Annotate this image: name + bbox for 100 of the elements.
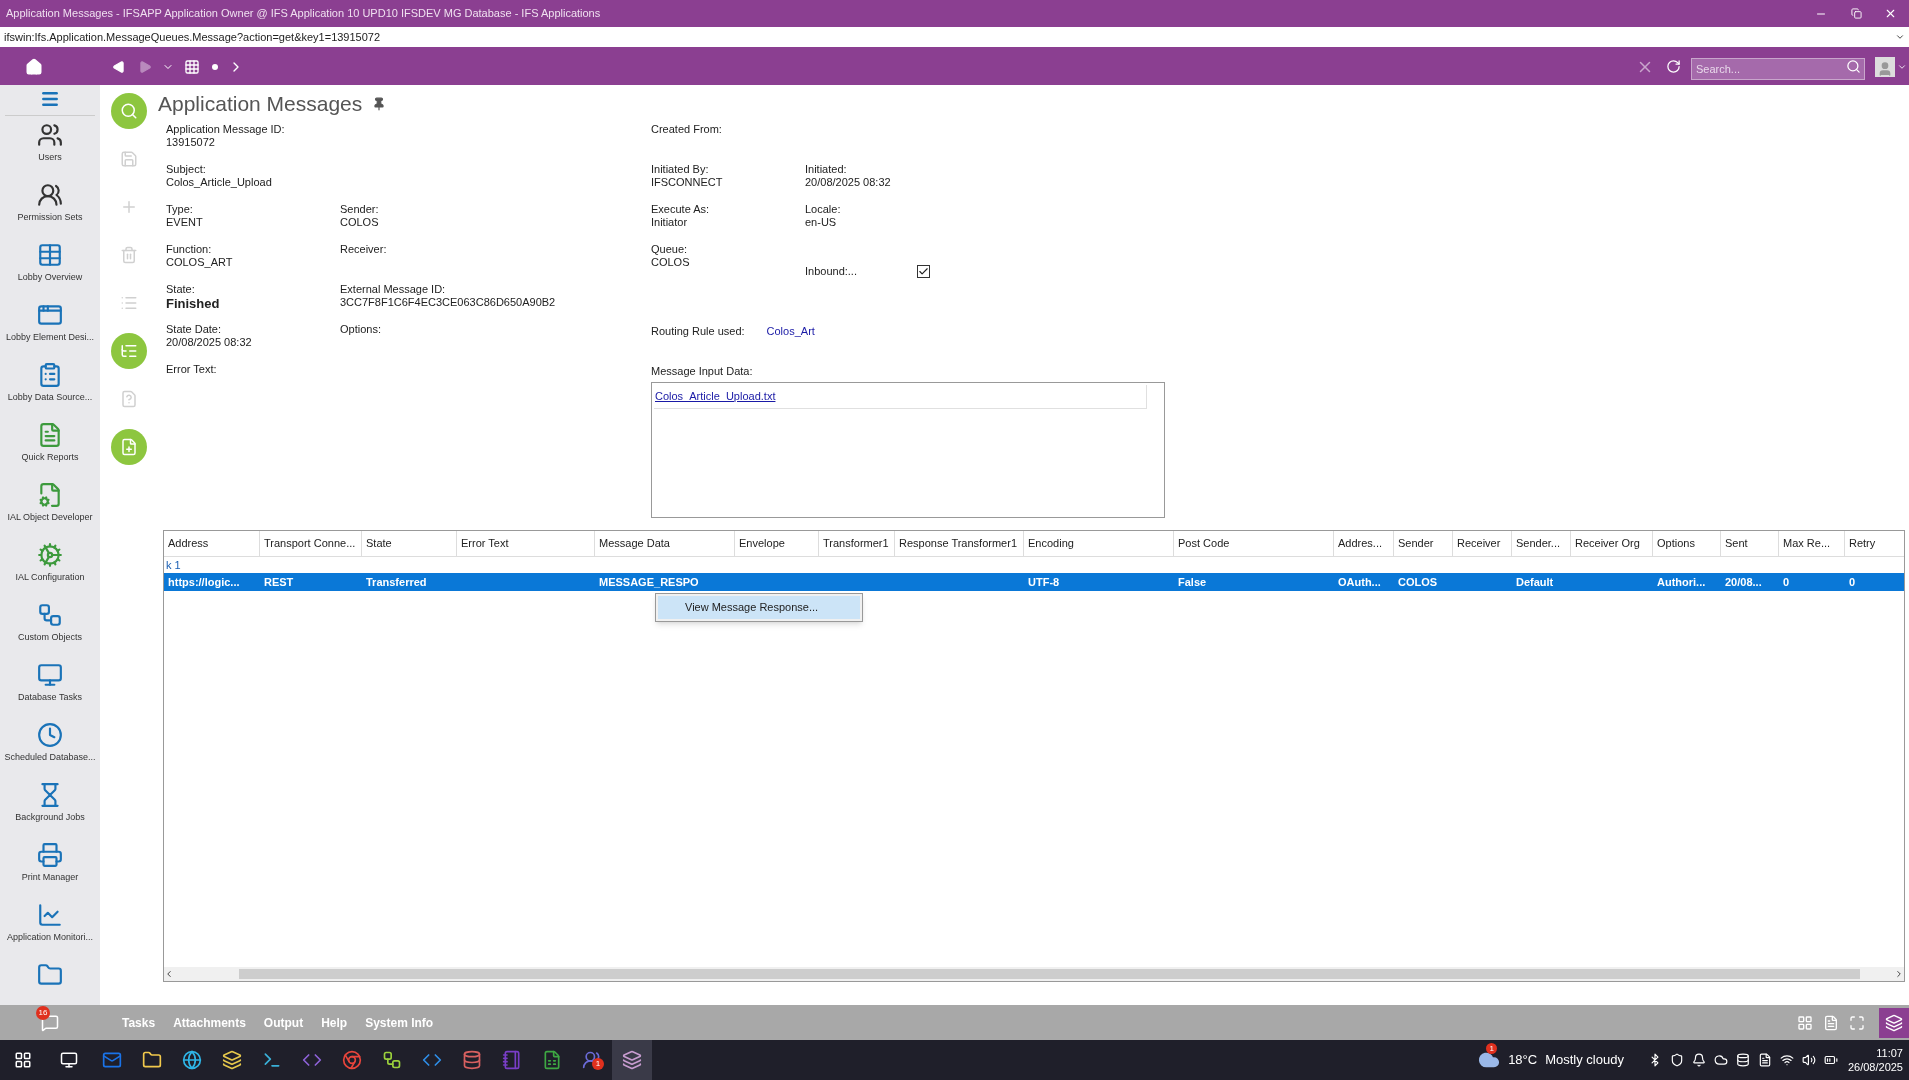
scroll-left-icon[interactable]: [164, 969, 174, 979]
speaker-icon[interactable]: [1801, 1053, 1816, 1067]
menu-item[interactable]: View Message Response...: [658, 596, 860, 619]
sidebar-item[interactable]: Application Monitori...: [0, 896, 100, 956]
routing-rule-link[interactable]: Colos_Art: [766, 323, 815, 340]
column-header[interactable]: Sent: [1721, 531, 1779, 556]
field-value: 20/08/2025 08:32: [805, 176, 892, 189]
column-header[interactable]: Options: [1653, 531, 1721, 556]
save-icon: [120, 150, 138, 168]
field-value: en-US: [805, 216, 838, 229]
field-value: COLOS: [651, 256, 691, 269]
column-header[interactable]: Transformer1: [819, 531, 895, 556]
horizontal-scrollbar[interactable]: [164, 967, 1904, 981]
scroll-right-icon[interactable]: [1894, 969, 1904, 979]
clock-date: 26/08/2025: [1847, 1060, 1903, 1074]
sidebar-item[interactable]: Scheduled Database...: [0, 716, 100, 776]
sidebar-item[interactable]: IAL Configuration: [0, 536, 100, 596]
user-avatar[interactable]: [1875, 56, 1895, 77]
chat-icon[interactable]: [41, 1013, 59, 1032]
sidebar-item[interactable]: Database Tasks: [0, 656, 100, 716]
column-header[interactable]: Transport Conne...: [260, 531, 362, 556]
checkbox[interactable]: [917, 264, 930, 278]
column-header[interactable]: Receiver: [1453, 531, 1512, 556]
column-header[interactable]: Receiver Org: [1571, 531, 1653, 556]
checklist-icon: [37, 362, 63, 388]
terminal-icon[interactable]: [262, 1050, 282, 1070]
column-header[interactable]: Max Re...: [1779, 531, 1845, 556]
field-label: Options:: [340, 323, 382, 336]
column-header[interactable]: Message Data: [595, 531, 735, 556]
field-label: Subject:: [166, 163, 207, 176]
column-header[interactable]: State: [362, 531, 457, 556]
field-label: Application Message ID:: [166, 123, 286, 136]
cloud-icon[interactable]: [1713, 1053, 1728, 1067]
database-icon[interactable]: [1735, 1053, 1750, 1067]
table-icon: [37, 242, 63, 268]
field-value: 20/08/2025 08:32: [166, 336, 253, 349]
folder-icon[interactable]: [142, 1050, 162, 1070]
layers-icon[interactable]: [222, 1050, 242, 1070]
chart-icon: [37, 902, 63, 928]
sidebar-item[interactable]: Print Manager: [0, 836, 100, 896]
dropdown-icon[interactable]: [1895, 32, 1905, 42]
search-icon[interactable]: [1846, 58, 1861, 74]
home-icon[interactable]: [25, 57, 43, 76]
column-header[interactable]: Addres...: [1334, 531, 1394, 556]
start-icon[interactable]: [14, 1051, 32, 1069]
grid-icon[interactable]: [184, 58, 200, 75]
close-icon[interactable]: [1884, 7, 1897, 20]
sidebar-item[interactable]: Background Jobs: [0, 776, 100, 836]
sidebar-item[interactable]: Users: [0, 116, 100, 176]
field-value: COLOS_ART: [166, 256, 234, 269]
sidebar-item[interactable]: Lobby Overview: [0, 236, 100, 296]
app-tile[interactable]: [612, 1040, 652, 1080]
sidebar-item[interactable]: Custom Objects: [0, 596, 100, 656]
search-field[interactable]: Search...: [1691, 57, 1865, 80]
sidebar-item[interactable]: Permission Sets: [0, 176, 100, 236]
group-label: k 1: [166, 557, 181, 573]
bell-icon[interactable]: [1691, 1053, 1706, 1067]
shield-icon[interactable]: [1669, 1053, 1684, 1067]
column-header[interactable]: Sender...: [1512, 531, 1571, 556]
column-header[interactable]: Error Text: [457, 531, 595, 556]
restore-icon[interactable]: [1851, 8, 1862, 19]
pin-icon[interactable]: [372, 97, 387, 111]
workflow-icon[interactable]: [382, 1050, 402, 1070]
table-row[interactable]: https://logic... REST Transferred MESSAGE_RESPO UTF-8 False OAuth... COLOS Default Authori... 20/08... 0 0: [164, 573, 1904, 591]
battery-icon[interactable]: [1823, 1053, 1838, 1067]
globe-icon[interactable]: [182, 1050, 202, 1070]
chrome-icon[interactable]: [342, 1050, 362, 1070]
table-cell: MESSAGE_RESPO: [599, 575, 699, 588]
people-group-icon: [37, 182, 63, 208]
column-header[interactable]: Response Transformer1: [895, 531, 1024, 556]
wifi-icon[interactable]: [1779, 1053, 1794, 1067]
spreadsheet-icon[interactable]: [542, 1050, 562, 1070]
mail-icon[interactable]: [102, 1050, 122, 1070]
clock-icon: [37, 722, 63, 748]
add-note-icon: [120, 438, 138, 456]
document-icon[interactable]: [1757, 1053, 1772, 1067]
field-label: Sender:: [340, 203, 380, 216]
menu-icon[interactable]: [40, 89, 60, 109]
table-cell: UTF-8: [1028, 575, 1060, 588]
sidebar-item[interactable]: Lobby Element Desi...: [0, 296, 100, 356]
column-header[interactable]: Encoding: [1024, 531, 1174, 556]
column-header[interactable]: Post Code: [1174, 531, 1334, 556]
sidebar-item[interactable]: IAL Object Developer: [0, 476, 100, 536]
notification-badge: 16: [36, 1005, 50, 1020]
table-cell: Transferred: [366, 575, 427, 588]
notebook-icon[interactable]: [502, 1050, 522, 1070]
attachment-link[interactable]: Colos_Article_Upload.txt: [655, 387, 776, 405]
task-view-icon[interactable]: [60, 1051, 78, 1069]
column-header[interactable]: Sender: [1394, 531, 1453, 556]
field-label: Initiated By:: [651, 163, 710, 176]
refresh-icon[interactable]: [1666, 59, 1681, 74]
column-header[interactable]: Retry: [1845, 531, 1904, 556]
table-cell: 20/08...: [1725, 575, 1762, 588]
column-header[interactable]: Address: [164, 531, 260, 556]
page-title: Application Messages: [158, 91, 363, 118]
sidebar-item[interactable]: Lobby Data Source...: [0, 356, 100, 416]
table-cell: REST: [264, 575, 294, 588]
sidebar-item[interactable]: Quick Reports: [0, 416, 100, 476]
back-icon[interactable]: [112, 59, 126, 74]
column-header[interactable]: Envelope: [735, 531, 819, 556]
